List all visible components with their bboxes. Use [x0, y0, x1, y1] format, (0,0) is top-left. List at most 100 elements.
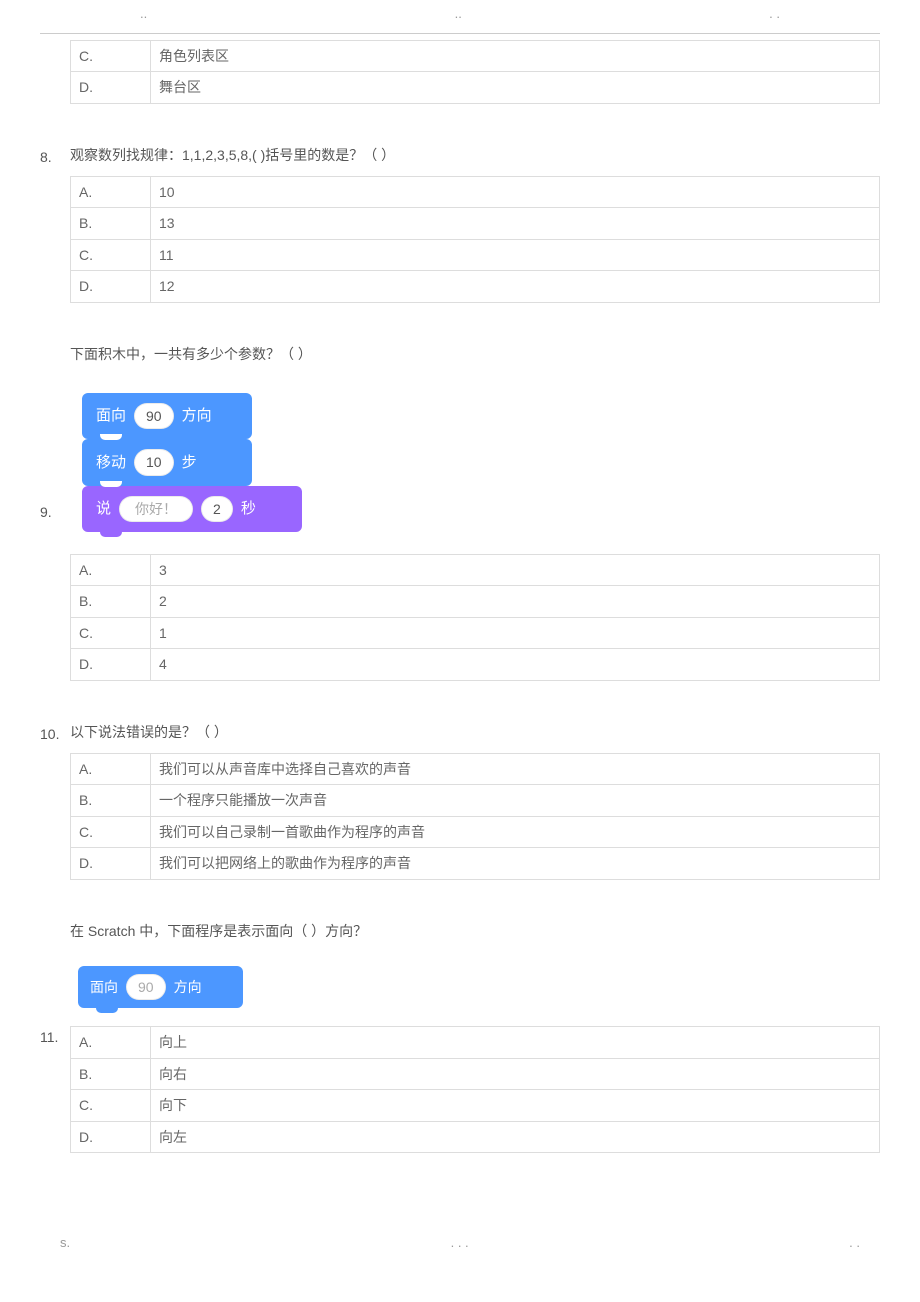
question-number	[40, 34, 70, 36]
option-text: 向左	[151, 1121, 880, 1152]
scratch-block-say-for-secs: 说 你好！ 2 秒	[82, 486, 302, 532]
option-letter: C.	[71, 40, 151, 71]
option-text: 1	[151, 617, 880, 648]
question-text: 下面积木中，一共有多少个参数？（ ）	[70, 343, 880, 365]
option-row[interactable]: D. 舞台区	[71, 72, 880, 103]
block-label: 面向	[90, 976, 118, 998]
question-9: 9. 下面积木中，一共有多少个参数？（ ） 面向 90 方向 移动 10 步 说…	[40, 343, 880, 681]
option-text: 12	[151, 271, 880, 302]
block-param: 2	[201, 496, 233, 522]
option-row[interactable]: C.向下	[71, 1090, 880, 1121]
question-10: 10. 以下说法错误的是？（ ） A.我们可以从声音库中选择自己喜欢的声音 B.…	[40, 721, 880, 880]
option-text: 我们可以从声音库中选择自己喜欢的声音	[151, 754, 880, 785]
footer-mid: . . .	[451, 1233, 469, 1254]
option-letter: A.	[71, 754, 151, 785]
option-row[interactable]: D.向左	[71, 1121, 880, 1152]
option-text: 向上	[151, 1027, 880, 1058]
option-letter: D.	[71, 1121, 151, 1152]
question-text: 观察数列找规律：1,1,2,3,5,8,( )括号里的数是？（ ）	[70, 144, 880, 166]
option-text: 一个程序只能播放一次声音	[151, 785, 880, 816]
scratch-block-stack: 面向 90 方向	[70, 958, 251, 1016]
option-row[interactable]: B.13	[71, 208, 880, 239]
option-text: 13	[151, 208, 880, 239]
options-table: C. 角色列表区 D. 舞台区	[70, 40, 880, 104]
option-letter: D.	[71, 271, 151, 302]
scratch-block-stack: 面向 90 方向 移动 10 步 说 你好！ 2 秒	[70, 381, 314, 544]
option-text: 我们可以自己录制一首歌曲作为程序的声音	[151, 816, 880, 847]
block-label: 面向	[96, 404, 126, 428]
option-text: 角色列表区	[151, 40, 880, 71]
dot: ..	[455, 4, 462, 25]
option-text: 我们可以把网络上的歌曲作为程序的声音	[151, 848, 880, 879]
option-row[interactable]: D.4	[71, 649, 880, 680]
option-letter: A.	[71, 555, 151, 586]
option-row[interactable]: B.一个程序只能播放一次声音	[71, 785, 880, 816]
options-table: A.3 B.2 C.1 D.4	[70, 554, 880, 681]
option-letter: B.	[71, 1058, 151, 1089]
footer-right: . .	[849, 1233, 860, 1254]
footer-left: s.	[60, 1233, 70, 1254]
question-11: 11. 在 Scratch 中，下面程序是表示面向（ ）方向？ 面向 90 方向…	[40, 920, 880, 1153]
option-row[interactable]: B.向右	[71, 1058, 880, 1089]
block-label: 秒	[241, 497, 256, 521]
block-param: 10	[134, 449, 174, 475]
option-row[interactable]: C.我们可以自己录制一首歌曲作为程序的声音	[71, 816, 880, 847]
option-letter: D.	[71, 649, 151, 680]
header-dots: .. .. . .	[40, 0, 880, 31]
option-row[interactable]: C. 角色列表区	[71, 40, 880, 71]
option-text: 向下	[151, 1090, 880, 1121]
option-letter: A.	[71, 1027, 151, 1058]
dot: ..	[140, 4, 147, 25]
question-7-tail: C. 角色列表区 D. 舞台区	[40, 34, 880, 104]
block-param: 你好！	[119, 496, 193, 522]
options-table: A.我们可以从声音库中选择自己喜欢的声音 B.一个程序只能播放一次声音 C.我们…	[70, 753, 880, 880]
question-number: 8.	[40, 144, 70, 168]
option-letter: B.	[71, 586, 151, 617]
option-row[interactable]: C.1	[71, 617, 880, 648]
block-label: 移动	[96, 451, 126, 475]
block-label: 说	[96, 497, 111, 521]
scratch-block-point-direction: 面向 90 方向	[78, 966, 243, 1008]
option-letter: D.	[71, 72, 151, 103]
option-letter: C.	[71, 239, 151, 270]
dot: . .	[769, 4, 780, 25]
question-number: 10.	[40, 721, 70, 745]
scratch-block-point-direction: 面向 90 方向	[82, 393, 252, 439]
option-row[interactable]: B.2	[71, 586, 880, 617]
option-letter: A.	[71, 176, 151, 207]
option-text: 10	[151, 176, 880, 207]
options-table: A.10 B.13 C.11 D.12	[70, 176, 880, 303]
option-letter: D.	[71, 848, 151, 879]
options-table: A.向上 B.向右 C.向下 D.向左	[70, 1026, 880, 1153]
question-number: 11.	[40, 1024, 70, 1048]
option-text: 3	[151, 555, 880, 586]
question-text: 以下说法错误的是？（ ）	[70, 721, 880, 743]
block-label: 步	[182, 451, 197, 475]
option-letter: B.	[71, 208, 151, 239]
option-row[interactable]: C.11	[71, 239, 880, 270]
question-number: 9.	[40, 499, 70, 523]
option-text: 2	[151, 586, 880, 617]
block-param: 90	[126, 974, 166, 1000]
option-letter: C.	[71, 1090, 151, 1121]
question-8: 8. 观察数列找规律：1,1,2,3,5,8,( )括号里的数是？（ ） A.1…	[40, 144, 880, 303]
footer-dots: s. . . . . .	[40, 1233, 880, 1254]
block-label: 方向	[182, 404, 212, 428]
option-row[interactable]: A.3	[71, 555, 880, 586]
block-label: 方向	[174, 976, 202, 998]
option-letter: B.	[71, 785, 151, 816]
option-row[interactable]: A.10	[71, 176, 880, 207]
block-param: 90	[134, 403, 174, 429]
option-letter: C.	[71, 816, 151, 847]
option-text: 11	[151, 239, 880, 270]
option-text: 向右	[151, 1058, 880, 1089]
option-row[interactable]: A.向上	[71, 1027, 880, 1058]
option-text: 舞台区	[151, 72, 880, 103]
option-row[interactable]: A.我们可以从声音库中选择自己喜欢的声音	[71, 754, 880, 785]
option-text: 4	[151, 649, 880, 680]
question-text: 在 Scratch 中，下面程序是表示面向（ ）方向？	[70, 920, 880, 942]
option-letter: C.	[71, 617, 151, 648]
scratch-block-move-steps: 移动 10 步	[82, 439, 252, 485]
option-row[interactable]: D.12	[71, 271, 880, 302]
option-row[interactable]: D.我们可以把网络上的歌曲作为程序的声音	[71, 848, 880, 879]
